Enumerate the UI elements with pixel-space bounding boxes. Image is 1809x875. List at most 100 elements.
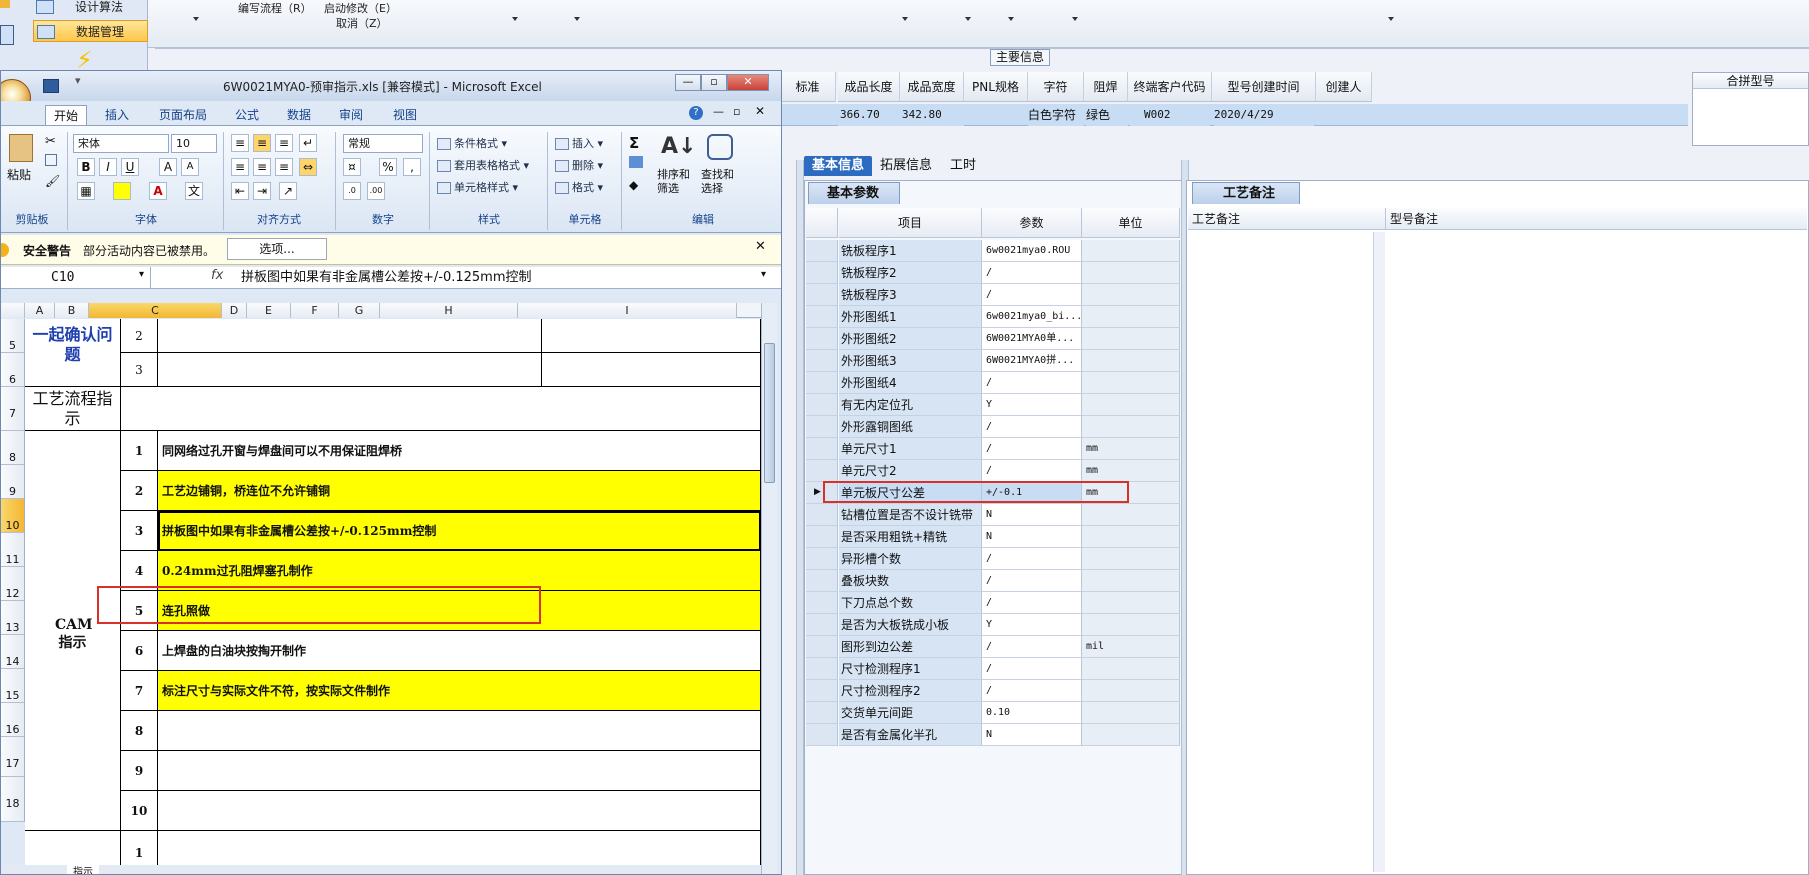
param-value-cell[interactable]: 6W0021MYA0拼... (982, 350, 1082, 372)
param-item-cell[interactable]: 单元尺寸1 (839, 438, 982, 460)
decrease-indent-button[interactable]: ⇤ (231, 182, 249, 200)
row-header[interactable]: 11 (1, 533, 25, 567)
select-all-corner[interactable] (1, 303, 25, 318)
cam-number-cell[interactable]: 10 (121, 791, 158, 831)
param-item-cell[interactable]: 是否采用粗铣+精铣 (839, 526, 982, 548)
param-unit-cell[interactable] (1082, 350, 1180, 372)
font-name-select[interactable]: 宋体 (73, 134, 169, 153)
align-center-button[interactable]: ≡ (253, 158, 271, 176)
sheet-tab-active[interactable]: 指示 (67, 863, 99, 874)
params-row[interactable]: 铣板程序2/ (806, 262, 1180, 284)
row-header[interactable]: 13 (1, 601, 25, 635)
ribbon-tab[interactable]: 视图 (393, 105, 417, 125)
cam-number-cell[interactable]: 9 (121, 751, 158, 791)
params-row[interactable]: 是否为大板铣成小板 Y (806, 614, 1180, 636)
param-value-cell[interactable]: / (982, 548, 1082, 570)
row-header[interactable]: 8 (1, 431, 25, 465)
cam-number-cell[interactable]: 1 (121, 431, 158, 471)
row-selector[interactable] (806, 284, 838, 306)
close-icon[interactable]: ✕ (755, 239, 766, 254)
param-value-cell[interactable]: / (982, 570, 1082, 592)
params-row[interactable]: 叠板块数 / (806, 570, 1180, 592)
function-icon[interactable]: fx (211, 268, 223, 283)
nav-data-management[interactable]: 数据管理 (33, 20, 148, 42)
params-row[interactable]: 铣板程序3/ (806, 284, 1180, 306)
param-value-cell[interactable]: / (982, 372, 1082, 394)
row-selector[interactable] (806, 570, 838, 592)
param-unit-cell[interactable]: mm (1082, 460, 1180, 482)
ribbon-tab[interactable]: 数据 (287, 105, 311, 125)
wrap-text-button[interactable]: ↵ (299, 134, 317, 152)
ribbon-minimize-icon[interactable]: — (713, 105, 724, 118)
confirm-label-cell[interactable]: 一起确认问题 (25, 319, 121, 387)
cam-instruction-cell[interactable]: 标注尺寸与实际文件不符，按实际文件制作 (158, 671, 761, 711)
sheet-cell[interactable] (121, 387, 761, 431)
params-row[interactable]: 外形图纸4/ (806, 372, 1180, 394)
ribbon-close-icon[interactable]: ✕ (755, 104, 765, 118)
tab-extended-info[interactable]: 拓展信息 (872, 156, 940, 176)
param-value-cell[interactable]: / (982, 636, 1082, 658)
increase-decimal-button[interactable]: .0 (343, 182, 361, 200)
process-label-cell[interactable]: 工艺流程指示 (25, 387, 121, 431)
column-header[interactable]: H (380, 303, 518, 318)
name-box[interactable]: C10 (5, 267, 151, 288)
param-value-cell[interactable]: 6w0021mya0.ROU (982, 240, 1082, 262)
grid-cell[interactable]: W002 (1130, 104, 1210, 126)
nav-design-algorithm[interactable]: 设计算法 (33, 0, 148, 18)
sheet-cell[interactable] (542, 319, 761, 353)
ribbon-tab[interactable]: 公式 (235, 105, 259, 125)
menu-write-process[interactable]: 编写流程（R） (238, 0, 312, 18)
param-item-cell[interactable]: 异形槽个数 (839, 548, 982, 570)
column-header[interactable]: C (89, 303, 222, 318)
tab-work-hours[interactable]: 工时 (942, 156, 984, 176)
ribbon-tab[interactable]: 开始 (45, 105, 88, 125)
format-cells-button[interactable]: 格式 ▾ (555, 178, 603, 198)
row-header[interactable]: 5 (1, 319, 25, 353)
paste-icon[interactable] (9, 134, 33, 162)
notes-scrollbar[interactable] (1373, 232, 1385, 872)
underline-button[interactable]: U (121, 158, 139, 176)
param-unit-cell[interactable] (1082, 680, 1180, 702)
column-header[interactable]: F (291, 303, 339, 318)
param-value-cell[interactable]: / (982, 438, 1082, 460)
param-item-cell[interactable]: 是否为大板铣成小板 (839, 614, 982, 636)
row-selector[interactable] (806, 614, 838, 636)
cam-number-cell[interactable]: 7 (121, 671, 158, 711)
delete-cells-button[interactable]: 删除 ▾ (555, 156, 603, 176)
row-selector[interactable] (806, 526, 838, 548)
chevron-down-icon[interactable] (512, 17, 518, 21)
formula-input[interactable]: 拼板图中如果有非金属槽公差按+/-0.125mm控制 (241, 267, 532, 288)
sheet-cell[interactable] (158, 353, 542, 387)
row-selector[interactable] (806, 658, 838, 680)
cut-icon[interactable]: ✂ (45, 134, 56, 149)
row-header[interactable]: 7 (1, 387, 25, 431)
row-header[interactable]: 15 (1, 669, 25, 703)
row-selector[interactable] (806, 438, 838, 460)
confirm-number-cell[interactable]: 2 (121, 319, 158, 353)
grow-font-button[interactable]: A (159, 158, 177, 176)
menu-cancel[interactable]: 取消（Z） (336, 15, 388, 33)
maximize-button[interactable]: ▫ (701, 74, 727, 91)
param-item-cell[interactable]: 铣板程序1 (839, 240, 982, 262)
cam-instruction-cell[interactable]: 同网络过孔开窗与焊盘间可以不用保证阻焊桥 (158, 431, 761, 471)
row-selector[interactable] (806, 592, 838, 614)
param-value-cell[interactable]: 6W0021MYA0单... (982, 328, 1082, 350)
param-value-cell[interactable]: / (982, 592, 1082, 614)
param-value-cell[interactable]: 0.10 (982, 702, 1082, 724)
worksheet[interactable]: 一起确认问题 2 3 工艺流程指示 CAM指示 1 同网络过孔开窗与焊盘间可以不用… (25, 319, 761, 874)
param-item-cell[interactable]: 铣板程序3 (839, 284, 982, 306)
param-item-cell[interactable]: 外形图纸1 (839, 306, 982, 328)
tab-basic-info[interactable]: 基本信息 (804, 156, 873, 176)
clear-icon[interactable]: ◆ (629, 178, 638, 192)
row-header[interactable]: 9 (1, 465, 25, 499)
formula-expand-icon[interactable]: ▾ (761, 269, 766, 280)
param-item-cell[interactable]: 叠板块数 (839, 570, 982, 592)
phonetic-button[interactable]: 文 (185, 182, 203, 200)
cam-number-cell[interactable]: 6 (121, 631, 158, 671)
param-unit-cell[interactable] (1082, 702, 1180, 724)
row-selector[interactable] (806, 372, 838, 394)
column-header[interactable]: G (339, 303, 380, 318)
params-row[interactable]: 外形露铜图纸 / (806, 416, 1180, 438)
param-value-cell[interactable]: / (982, 680, 1082, 702)
row-selector[interactable] (806, 416, 838, 438)
